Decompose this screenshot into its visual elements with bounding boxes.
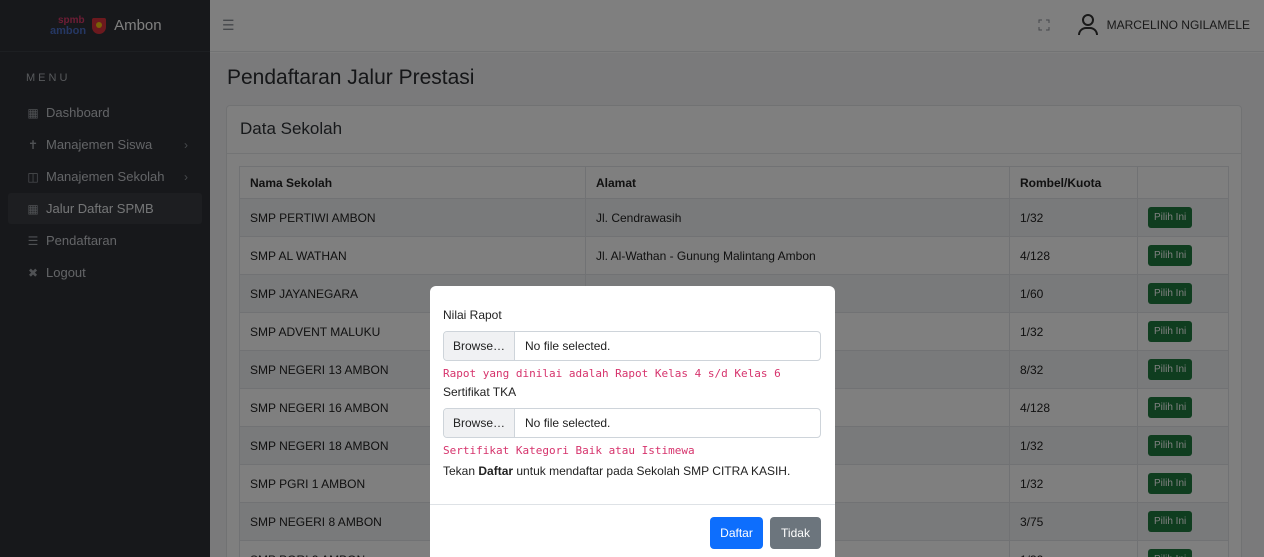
rapot-file-input[interactable]: Browse… No file selected.: [443, 331, 821, 361]
modal-body: Nilai Rapot Browse… No file selected. Ra…: [430, 286, 835, 478]
tka-file-input[interactable]: Browse… No file selected.: [443, 408, 821, 438]
file-status: No file selected.: [525, 416, 611, 430]
registration-modal: Nilai Rapot Browse… No file selected. Ra…: [430, 286, 835, 557]
confirm-text: Tekan Daftar untuk mendaftar pada Sekola…: [443, 464, 791, 478]
modal-footer: Daftar Tidak: [430, 504, 835, 557]
tka-hint: Sertifikat Kategori Baik atau Istimewa: [443, 444, 695, 457]
browse-button[interactable]: Browse…: [444, 409, 516, 437]
tidak-button[interactable]: Tidak: [770, 517, 821, 549]
rapot-hint: Rapot yang dinilai adalah Rapot Kelas 4 …: [443, 367, 781, 380]
browse-button[interactable]: Browse…: [444, 332, 516, 360]
rapot-label: Nilai Rapot: [443, 308, 502, 322]
daftar-button[interactable]: Daftar: [710, 517, 763, 549]
file-status: No file selected.: [525, 339, 611, 353]
tka-label: Sertifikat TKA: [443, 385, 517, 399]
